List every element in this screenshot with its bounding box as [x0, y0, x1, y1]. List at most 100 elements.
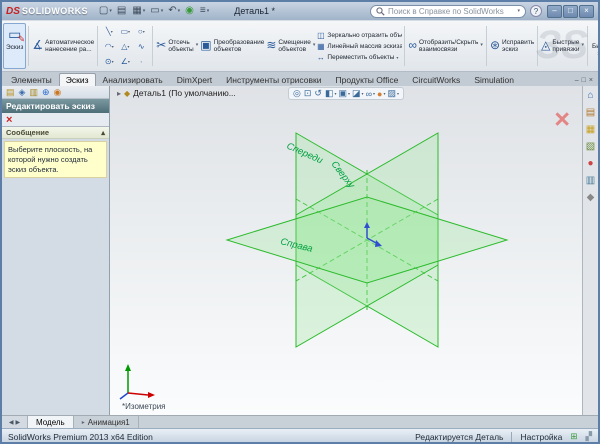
dimxpertmanager-tab[interactable]: ⊕: [42, 87, 50, 98]
animation-tab[interactable]: ▸ Анимация1: [74, 416, 139, 428]
ribbon-separator: [486, 26, 487, 66]
collapse-chevron-icon: ▴: [101, 128, 105, 137]
display-relations-icon: ∞: [408, 39, 417, 53]
tab-circuitworks[interactable]: CircuitWorks: [405, 73, 467, 86]
sheet-tabs-bar: ◀ ▶ Модель ▸ Анимация1: [2, 415, 598, 428]
point-tool[interactable]: ∙: [133, 54, 149, 69]
undo-icon[interactable]: ↶▾: [166, 4, 182, 18]
title-bar: DS SOLIDWORKS ▢▾ ▤ ▦▾ ▭▾ ↶▾ ◉ ≡▾ Деталь1…: [2, 2, 598, 20]
offset-entities-button[interactable]: ≋ Смещениеобъектов ▾: [265, 23, 316, 69]
propertymanager-tab[interactable]: ◈: [19, 87, 26, 98]
close-button[interactable]: ×: [579, 5, 594, 18]
centerpoint-arc-tool[interactable]: ◠▾: [101, 39, 117, 54]
design-library-icon[interactable]: ▤: [586, 108, 595, 118]
scroll-left-icon[interactable]: ◀: [9, 419, 14, 426]
message-group-header[interactable]: Сообщение ▴: [2, 127, 109, 139]
feature-tree-flyout[interactable]: ▸ ◆ Деталь1 (По умолчанию...: [117, 88, 236, 98]
section-view-icon[interactable]: ◧▾: [325, 88, 337, 99]
tab-features[interactable]: Элементы: [4, 73, 59, 86]
view-palette-icon[interactable]: ▧: [586, 142, 595, 152]
tab-office-products[interactable]: Продукты Office: [328, 73, 405, 86]
tab-sketch-ink[interactable]: Инструменты отрисовки: [219, 73, 328, 86]
polygon-tool[interactable]: △▾: [117, 39, 133, 54]
ribbon-separator: [97, 26, 98, 66]
orientation-triad: [114, 361, 158, 401]
status-separator: [511, 432, 512, 442]
move-entities-button[interactable]: ↔Переместить объекты▾: [316, 53, 402, 62]
featuremanager-tree-tab[interactable]: ▤: [6, 87, 15, 98]
view-orientation-label: *Изометрия: [122, 402, 166, 411]
rebuild-icon[interactable]: ◉: [183, 4, 197, 18]
minimize-button[interactable]: –: [547, 5, 562, 18]
display-style-icon[interactable]: ◪▾: [352, 88, 364, 99]
editing-status-label: Редактируется Деталь: [415, 432, 503, 442]
zoom-fit-icon[interactable]: ◎: [293, 88, 302, 99]
zoom-area-icon[interactable]: ⊡: [304, 88, 313, 99]
search-input[interactable]: Поиск в Справке по SolidWorks ▾: [370, 5, 526, 18]
edit-appearance-icon[interactable]: ●▾: [377, 89, 385, 99]
hide-show-items-icon[interactable]: ∞▾: [366, 89, 375, 99]
forum-icon[interactable]: ◆: [587, 193, 595, 203]
options-icon[interactable]: ≡▾: [198, 4, 211, 18]
quick-snaps-button[interactable]: ◬ Быстрыепривязки ▾: [540, 23, 585, 69]
graphics-viewport[interactable]: Спереди Сверху Справа ▸ ◆ Деталь1 (По ум…: [110, 86, 582, 415]
rapid-sketch-button[interactable]: ✎ Быстрыйэскиз: [590, 23, 598, 69]
model-tab[interactable]: Модель: [28, 416, 74, 428]
previous-view-icon[interactable]: ↺: [314, 88, 323, 99]
search-icon: [376, 7, 385, 16]
trim-entities-button[interactable]: ✂ Отсечьобъекты ▾: [155, 23, 199, 69]
smart-dimension-button[interactable]: ∡ Автоматическоенанесение ра...: [31, 23, 95, 69]
corner-rectangle-tool[interactable]: ▭▾: [117, 24, 133, 39]
configurationmanager-tab[interactable]: ▥: [29, 87, 38, 98]
logo-mark-icon: DS: [6, 6, 20, 17]
tab-simulation[interactable]: Simulation: [467, 73, 521, 86]
resize-grip-icon: ▞: [585, 431, 592, 442]
maximize-button[interactable]: □: [563, 5, 578, 18]
sketch-cancel-corner-icon[interactable]: ×: [554, 106, 570, 133]
doc-close-button[interactable]: ×: [589, 77, 593, 84]
sketch-button[interactable]: ▭✎ Эскиз: [3, 23, 26, 69]
sketch-entities-grid: ╲▾ ▭▾ ○▾ ◠▾ △▾ ∿ ⊙▾ ∠▾ ∙: [101, 23, 149, 69]
ellipse-tool[interactable]: ⊙▾: [101, 54, 117, 69]
scroll-right-icon[interactable]: ▶: [16, 419, 21, 426]
sketch-fillet-tool[interactable]: ∠▾: [117, 54, 133, 69]
solidworks-resources-icon[interactable]: ⌂: [587, 91, 593, 101]
spline-tool[interactable]: ∿: [133, 39, 149, 54]
mirror-entities-button[interactable]: ◫Зеркально отразить объекты▾: [316, 31, 402, 40]
new-document-icon[interactable]: ▢▾: [97, 4, 114, 18]
status-bar: SolidWorks Premium 2013 x64 Edition Реда…: [2, 428, 598, 444]
tab-dimxpert[interactable]: DimXpert: [170, 73, 219, 86]
file-explorer-icon[interactable]: ▦: [586, 125, 595, 135]
apply-scene-icon[interactable]: ▨▾: [387, 88, 399, 99]
help-icon[interactable]: ?: [530, 5, 542, 17]
appearances-icon[interactable]: ●: [587, 159, 593, 169]
window-controls: – □ ×: [547, 5, 594, 18]
view-orientation-icon[interactable]: ▣▾: [339, 88, 351, 99]
property-manager-header: Редактировать эскиз: [2, 99, 109, 113]
custom-properties-icon[interactable]: ▥: [586, 176, 595, 186]
pane-toggle-icon[interactable]: ⊞: [570, 431, 577, 442]
tree-expand-icon[interactable]: ▸: [117, 89, 121, 98]
doc-restore-button[interactable]: □: [582, 77, 586, 84]
circle-tool[interactable]: ○▾: [133, 24, 149, 39]
convert-entities-button[interactable]: ▣ Преобразованиеобъектов: [199, 23, 265, 69]
linear-sketch-pattern-button[interactable]: ▦Линейный массив эскиза▾: [316, 42, 402, 51]
repair-sketch-button[interactable]: ⊛ Исправитьэскиз: [489, 23, 535, 69]
cancel-sketch-button[interactable]: ×: [2, 113, 109, 127]
save-icon[interactable]: ▦▾: [130, 4, 147, 18]
tab-sketch[interactable]: Эскиз: [59, 73, 96, 86]
doc-minimize-button[interactable]: –: [575, 77, 579, 84]
top-plane[interactable]: [227, 197, 507, 283]
line-tool[interactable]: ╲▾: [101, 24, 117, 39]
open-icon[interactable]: ▤: [115, 4, 129, 18]
display-relations-button[interactable]: ∞ Отобразить/Скрытьвзаимосвязи ▾: [407, 23, 484, 69]
print-icon[interactable]: ▭▾: [148, 4, 165, 18]
repair-sketch-icon: ⊛: [490, 39, 500, 53]
ribbon-separator: [537, 26, 538, 66]
tab-evaluate[interactable]: Анализировать: [96, 73, 170, 86]
ribbon-separator: [28, 26, 29, 66]
displaymanager-tab[interactable]: ◉: [54, 87, 62, 98]
search-dropdown-icon[interactable]: ▾: [517, 8, 520, 14]
command-manager-tabs: Элементы Эскиз Анализировать DimXpert Ин…: [2, 72, 598, 86]
custom-properties-status[interactable]: Настройка: [520, 432, 562, 442]
